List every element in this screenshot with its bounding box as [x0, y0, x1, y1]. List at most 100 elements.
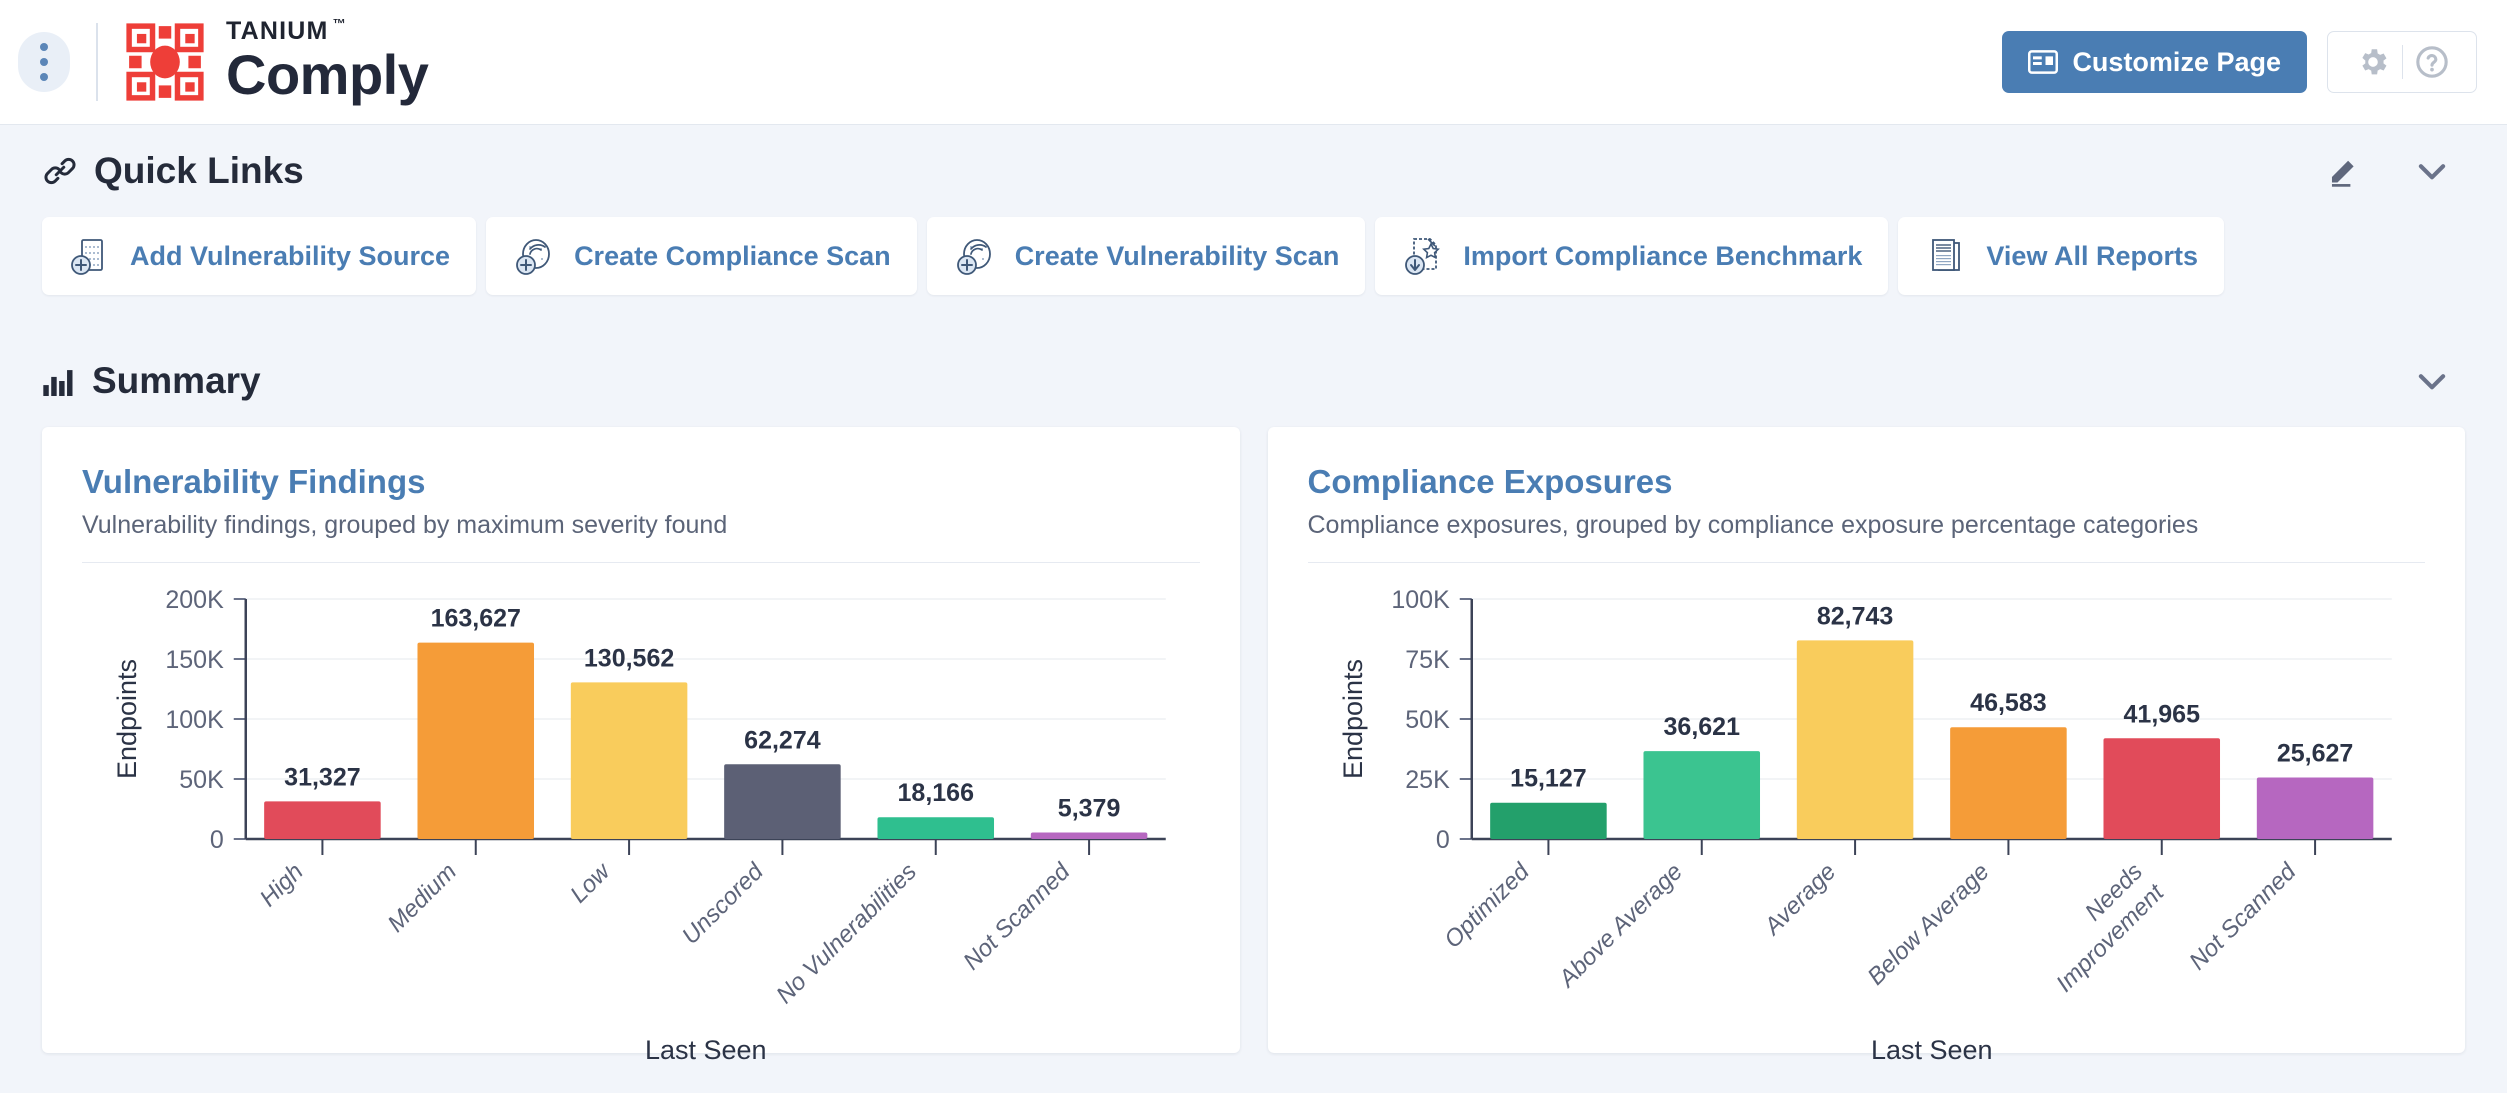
chart-plot-area: 0 25K 50K 75K 100K 15,127 Optimized 36,621 Above…	[1308, 569, 2426, 1069]
svg-text:No Vulnerabilities: No Vulnerabilities	[771, 858, 922, 1009]
chevron-down-icon[interactable]	[2413, 362, 2451, 400]
import-benchmark-icon	[1401, 234, 1445, 278]
bar-chart-icon	[42, 366, 76, 396]
compliance-exposures-chart[interactable]: 0 25K 50K 75K 100K 15,127 Optimized 36,621 Above…	[1308, 569, 2426, 1069]
bar[interactable]	[417, 642, 535, 839]
bar-value-label: 36,621	[1663, 713, 1740, 741]
kebab-dot	[40, 73, 48, 81]
customize-page-button[interactable]: Customize Page	[2002, 31, 2307, 93]
y-axis-title: Endpoints	[1337, 659, 1367, 779]
y-axis-tick-label: 0	[1435, 826, 1449, 854]
x-axis-tick-label: Unscored	[677, 858, 769, 950]
svg-text:Not Scanned: Not Scanned	[2184, 858, 2302, 976]
bar-value-label: 18,166	[898, 779, 974, 807]
chart-divider	[1307, 562, 2425, 563]
svg-text:Average: Average	[1757, 858, 1840, 941]
bar[interactable]	[1030, 832, 1148, 839]
kebab-menu-icon[interactable]	[18, 32, 70, 92]
product-logo[interactable]: TANIUM ™ Comply	[126, 17, 429, 107]
chart-plot-area: 0 50K 100K 150K 200K 31,327 High 163,627 Medium 1…	[82, 569, 1200, 1069]
bar[interactable]	[2256, 777, 2373, 839]
bar[interactable]	[1489, 802, 1607, 839]
y-axis-tick-label: 100K	[165, 706, 224, 734]
bar[interactable]	[877, 817, 995, 839]
quick-link-label: Create Compliance Scan	[574, 240, 891, 271]
bar[interactable]	[1796, 640, 1913, 839]
summary-title: Summary	[92, 360, 261, 401]
vulnerability-findings-chart[interactable]: 0 50K 100K 150K 200K 31,327 High 163,627 Medium 1…	[82, 569, 1200, 1069]
brand-name: TANIUM	[226, 17, 329, 46]
quick-link-create-compliance-scan[interactable]: Create Compliance Scan	[486, 217, 917, 295]
bar[interactable]	[1642, 751, 1760, 839]
quick-link-create-vulnerability-scan[interactable]: Create Vulnerability Scan	[926, 217, 1366, 295]
quick-links-title-group: Quick Links	[42, 150, 304, 192]
chart-subtitle: Vulnerability findings, grouped by maxim…	[82, 511, 728, 539]
bar-value-label: 31,327	[284, 763, 360, 791]
bar-value-label: 15,127	[1510, 765, 1586, 793]
y-axis-tick-label: 100K	[1391, 586, 1450, 614]
page-title: Comply	[226, 43, 429, 107]
x-axis-tick-label: No Vulnerabilities	[771, 858, 922, 1009]
svg-text:High: High	[255, 858, 309, 912]
header-divider	[96, 23, 98, 101]
summary-charts: Vulnerability Findings Vulnerability fin…	[30, 427, 2477, 1065]
bar[interactable]	[724, 764, 841, 839]
x-axis-tick-label: High	[255, 858, 309, 912]
bar-value-label: 130,562	[584, 644, 674, 672]
quick-link-import-compliance-benchmark[interactable]: Import Compliance Benchmark	[1375, 217, 1889, 295]
summary-actions	[2413, 362, 2465, 400]
quick-link-view-all-reports[interactable]: View All Reports	[1898, 217, 2224, 295]
chart-divider	[82, 562, 1200, 563]
chart-title[interactable]: Compliance Exposures	[1308, 463, 2426, 501]
settings-help-group	[2327, 31, 2477, 93]
svg-text:Optimized: Optimized	[1439, 858, 1535, 954]
bar[interactable]	[264, 801, 381, 839]
create-vulnerability-scan-icon	[953, 234, 997, 278]
y-axis-title: Endpoints	[112, 659, 142, 779]
kebab-dot	[40, 58, 48, 66]
chart-subtitle: Compliance exposures, grouped by complia…	[1307, 511, 2199, 539]
summary-section: Summary Vulnerability Findings Vulnerabi…	[0, 335, 2507, 1093]
x-axis-tick-label: Average	[1757, 858, 1840, 941]
x-axis-tick-label: Low	[565, 857, 616, 908]
svg-text:Not Scanned: Not Scanned	[958, 858, 1076, 976]
gear-icon[interactable]	[2356, 45, 2390, 79]
reports-icon	[1924, 234, 1968, 278]
bar[interactable]	[570, 682, 688, 839]
svg-text:Unscored: Unscored	[677, 858, 769, 950]
dashboard-layout-icon	[2028, 50, 2059, 74]
bar-value-label: 46,583	[1970, 689, 2046, 717]
icon-separator	[2401, 45, 2403, 79]
x-axis-tick-label: Below Average	[1862, 858, 1994, 990]
question-circle-icon[interactable]	[2415, 45, 2449, 79]
x-axis-tick-label: Optimized	[1439, 858, 1535, 954]
quick-link-label: Create Vulnerability Scan	[1014, 240, 1340, 271]
chevron-down-icon[interactable]	[2413, 152, 2451, 190]
pencil-icon[interactable]	[2327, 154, 2361, 188]
chart-title[interactable]: Vulnerability Findings	[82, 463, 1200, 501]
add-source-icon	[68, 234, 112, 278]
tanium-logo-icon	[126, 23, 204, 101]
quick-link-add-vulnerability-source[interactable]: Add Vulnerability Source	[42, 217, 477, 295]
bar[interactable]	[1949, 727, 2067, 839]
summary-header: Summary	[30, 335, 2477, 427]
x-axis-tick-label: Medium	[383, 858, 462, 937]
svg-text:Below Average: Below Average	[1862, 858, 1994, 990]
y-axis-tick-label: 200K	[165, 586, 224, 614]
bar-value-label: 62,274	[744, 726, 821, 754]
x-axis-title: Last Seen	[645, 1035, 767, 1065]
bar-value-label: 82,743	[1816, 602, 1892, 630]
kebab-dot	[40, 43, 48, 51]
create-compliance-scan-icon	[512, 234, 556, 278]
quick-links-header: Quick Links	[30, 125, 2477, 217]
quick-links-actions	[2327, 152, 2465, 190]
x-axis-tick-label: NeedsImprovement	[2051, 858, 2170, 997]
summary-title-group: Summary	[42, 360, 261, 402]
compliance-exposures-card: Compliance Exposures Compliance exposure…	[1267, 427, 2465, 1065]
quick-links-title: Quick Links	[94, 150, 304, 191]
bar[interactable]	[2102, 738, 2220, 839]
top-bar-actions: Customize Page	[2002, 31, 2477, 93]
x-axis-tick-label: Above Average	[1552, 858, 1688, 994]
svg-text:Low: Low	[565, 857, 616, 908]
bar-value-label: 163,627	[431, 605, 521, 633]
